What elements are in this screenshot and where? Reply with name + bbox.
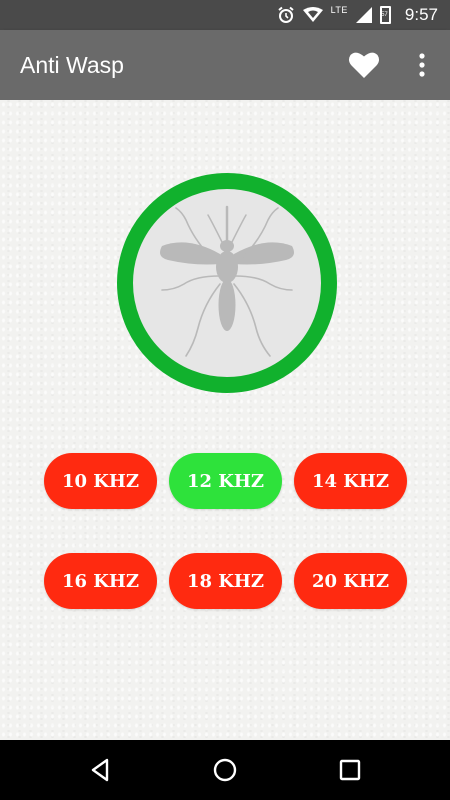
status-bar: LTE 57 9:57: [0, 0, 450, 30]
status-time: 9:57: [404, 5, 438, 24]
home-icon[interactable]: [210, 755, 240, 785]
wifi-icon: [302, 7, 323, 22]
main-content: 10 KHZ 12 KHZ 14 KHZ 16 KHZ 18 KHZ 20 KH…: [0, 100, 450, 740]
app-title: Anti Wasp: [20, 52, 124, 78]
overflow-menu-icon[interactable]: [412, 51, 432, 79]
app-screen: LTE 57 9:57 Anti Wasp 10 KHZ 12 KHZ 14 K…: [0, 0, 450, 800]
repeller-toggle-button[interactable]: [116, 172, 338, 394]
network-type: LTE: [330, 5, 348, 15]
freq-button-14khz[interactable]: 14 KHZ: [294, 453, 407, 509]
heart-icon[interactable]: [348, 51, 380, 79]
navigation-bar: [0, 740, 450, 800]
freq-button-20khz[interactable]: 20 KHZ: [294, 553, 407, 609]
status-icons: LTE 57 9:57: [277, 0, 438, 30]
freq-button-12khz[interactable]: 12 KHZ: [169, 453, 282, 509]
freq-button-18khz[interactable]: 18 KHZ: [169, 553, 282, 609]
recents-icon[interactable]: [335, 755, 365, 785]
app-bar: Anti Wasp: [0, 30, 450, 100]
freq-button-10khz[interactable]: 10 KHZ: [44, 453, 157, 509]
alarm-icon: [277, 6, 294, 23]
signal-icon: [355, 7, 372, 23]
freq-button-16khz[interactable]: 16 KHZ: [44, 553, 157, 609]
back-icon[interactable]: [86, 755, 116, 785]
battery-level: 57: [381, 12, 388, 18]
battery-icon: 57: [379, 6, 391, 24]
